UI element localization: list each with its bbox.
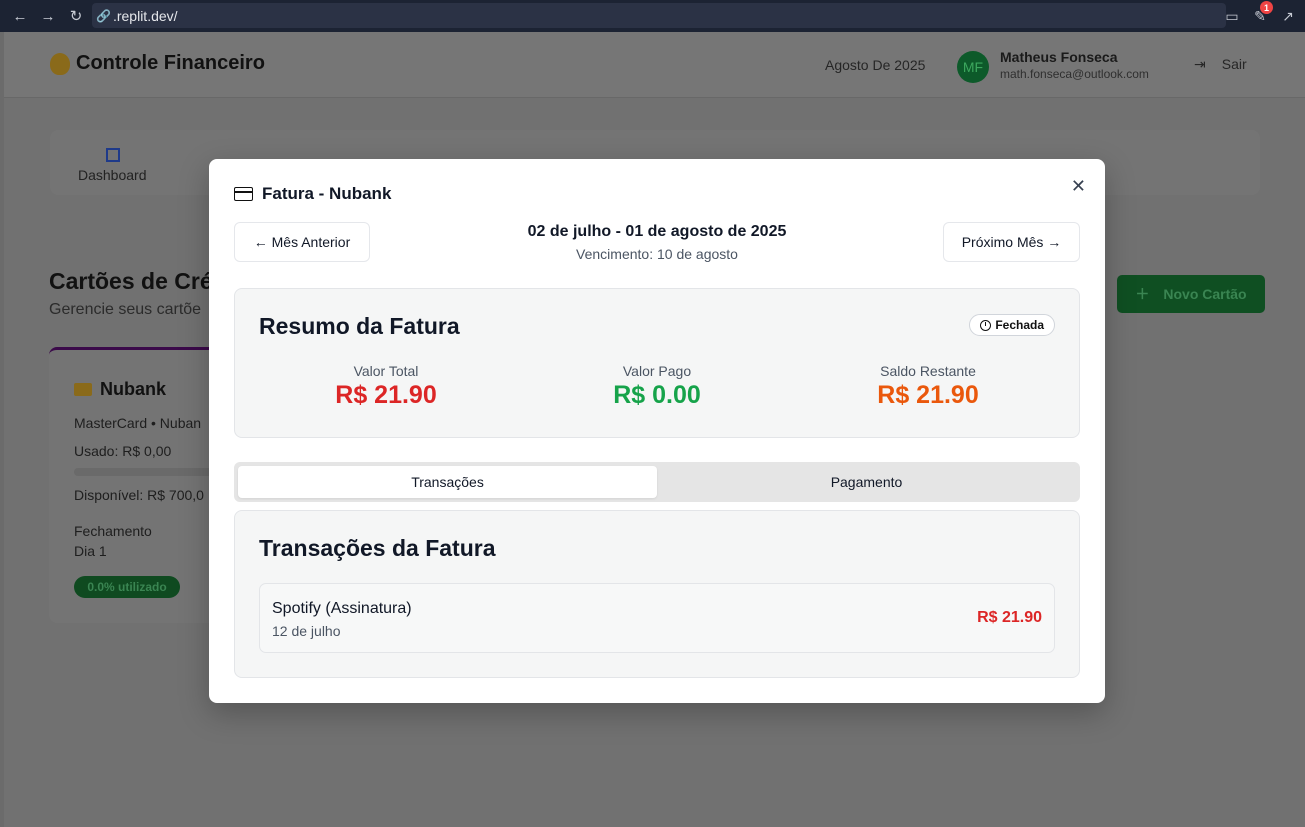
close-icon[interactable]: ✕ [1071, 176, 1086, 197]
tab-transactions[interactable]: Transações [238, 466, 657, 498]
modal-title: Fatura - Nubank [234, 184, 391, 204]
tab-payment[interactable]: Pagamento [657, 466, 1076, 498]
forward-icon[interactable]: → [34, 2, 62, 30]
card-closing-label: Fechamento [74, 523, 152, 539]
transaction-amount: R$ 21.90 [977, 609, 1042, 626]
reload-icon[interactable]: ↻ [62, 2, 90, 30]
app-title: Controle Financeiro [76, 52, 265, 74]
clock-icon [980, 319, 992, 331]
url-text: .replit.dev/ [112, 7, 178, 24]
card-name: Nubank [100, 379, 167, 399]
credit-card-icon [234, 187, 253, 201]
back-icon[interactable]: ← [6, 2, 34, 30]
total-label: Valor Total [353, 363, 419, 379]
invoice-tabs: Transações Pagamento [234, 462, 1080, 502]
card-usage-bar [74, 468, 219, 476]
summary-title: Resumo da Fatura [259, 313, 460, 339]
current-month: Agosto De 2025 [825, 57, 926, 73]
list-item[interactable]: Spotify (Assinatura) 12 de julho R$ 21.9… [259, 583, 1055, 653]
paid-label: Valor Pago [622, 363, 692, 379]
transaction-name: Spotify (Assinatura) [272, 600, 412, 617]
link-icon: 🔗 [96, 8, 111, 23]
credit-card-icon [74, 383, 92, 396]
logout-button[interactable]: ⇥ Sair [1194, 56, 1247, 73]
metric-remaining: Saldo Restante R$ 21.90 [798, 363, 1058, 410]
card-closing-value: Dia 1 [74, 543, 107, 559]
tools-icon[interactable]: ✎ 1 [1249, 1, 1273, 27]
card-available: Disponível: R$ 700,0 [74, 487, 204, 503]
card-brand-line: MasterCard • Nuban [74, 415, 202, 431]
remaining-label: Saldo Restante [880, 363, 976, 379]
address-bar[interactable]: 🔗 .replit.dev/ [92, 3, 1226, 28]
plus-icon: ＋ [1135, 286, 1150, 302]
status-badge: Fechada [969, 314, 1055, 336]
status-label: Fechada [995, 318, 1044, 332]
total-value: R$ 21.90 [335, 381, 437, 409]
new-card-label: Novo Cartão [1163, 286, 1247, 302]
invoice-modal: Fatura - Nubank ✕ ← Mês Anterior 02 de j… [209, 159, 1105, 703]
page-title: Cartões de Cré [49, 268, 213, 294]
logout-label: Sair [1221, 56, 1247, 72]
app-brand: Controle Financeiro [50, 52, 265, 75]
notification-badge: 1 [1260, 1, 1273, 14]
user-email: math.fonseca@outlook.com [1000, 67, 1149, 81]
open-external-icon[interactable]: ↗ [1277, 5, 1299, 27]
paid-value: R$ 0.00 [613, 381, 701, 409]
devices-icon[interactable]: ▭ [1221, 5, 1243, 27]
page-subtitle: Gerencie seus cartõe [49, 301, 202, 318]
browser-actions: ▭ ✎ 1 ↗ [1221, 0, 1305, 32]
chart-icon [106, 148, 120, 162]
logout-icon: ⇥ [1194, 56, 1206, 72]
new-card-button[interactable]: ＋ Novo Cartão [1117, 275, 1265, 313]
remaining-value: R$ 21.90 [877, 381, 979, 409]
next-month-button[interactable]: Próximo Mês → [943, 222, 1080, 262]
invoice-summary: Resumo da Fatura Fechada Valor Total R$ … [234, 288, 1080, 438]
card-usage-badge: 0.0% utilizado [74, 576, 180, 598]
modal-title-text: Fatura - Nubank [262, 184, 392, 203]
card-title: Nubank [74, 379, 166, 400]
metric-total: Valor Total R$ 21.90 [256, 363, 516, 410]
transactions-title: Transações da Fatura [259, 535, 496, 561]
card-used: Usado: R$ 0,00 [74, 443, 172, 459]
tab-dashboard[interactable]: Dashboard [78, 167, 147, 183]
avatar: MF [957, 51, 989, 83]
browser-toolbar: ← → ↻ 🔗 .replit.dev/ ▭ ✎ 1 ↗ [0, 0, 1305, 32]
transactions-panel: Transações da Fatura Spotify (Assinatura… [234, 510, 1080, 678]
metric-paid: Valor Pago R$ 0.00 [527, 363, 787, 410]
money-bag-icon [50, 52, 70, 75]
user-name: Matheus Fonseca [1000, 49, 1118, 65]
transaction-date: 12 de julho [272, 623, 341, 639]
